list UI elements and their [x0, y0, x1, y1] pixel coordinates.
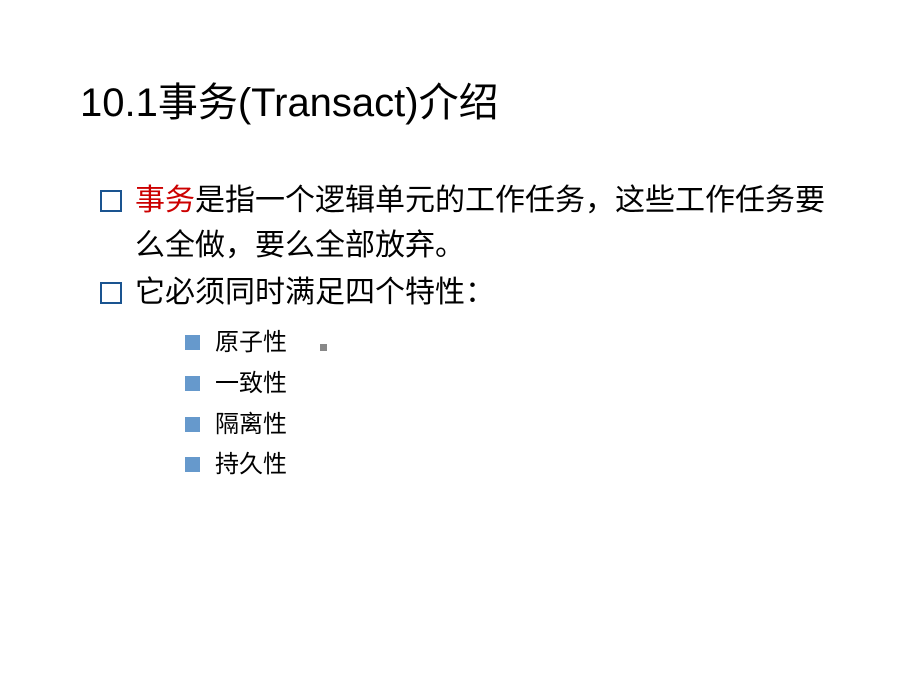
sub-bullet-3: 隔离性 [185, 405, 840, 446]
slide-title: 10.1事务(Transact)介绍 [80, 70, 840, 128]
sub-bullet-2: 一致性 [185, 364, 840, 405]
sub-bullet-1: 原子性 [185, 323, 840, 364]
main-bullet-list: 事务是指一个逻辑单元的工作任务，这些工作任务要么全做，要么全部放弃。 它必须同时… [80, 178, 840, 486]
slide-content: 10.1事务(Transact)介绍 事务是指一个逻辑单元的工作任务，这些工作任… [0, 0, 920, 690]
sub-bullet-4: 持久性 [185, 445, 840, 486]
bullet-text-2: 它必须同时满足四个特性： [135, 276, 495, 309]
keyword-highlight: 事务 [135, 184, 195, 217]
bullet-item-2: 它必须同时满足四个特性： 原子性 一致性 隔离性 持久性 [100, 270, 840, 486]
bullet-item-1: 事务是指一个逻辑单元的工作任务，这些工作任务要么全做，要么全部放弃。 [100, 178, 840, 268]
bullet-text-1: 是指一个逻辑单元的工作任务，这些工作任务要么全做，要么全部放弃。 [135, 184, 825, 262]
decorative-dot [320, 344, 327, 351]
sub-bullet-list: 原子性 一致性 隔离性 持久性 [135, 323, 840, 486]
